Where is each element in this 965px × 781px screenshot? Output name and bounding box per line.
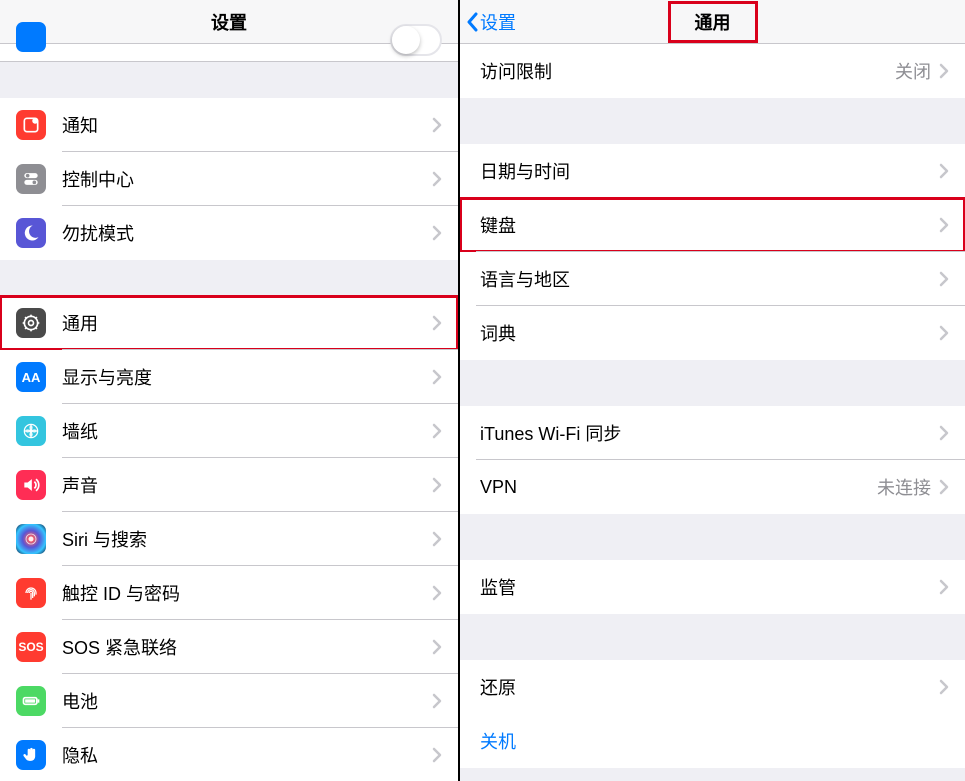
row-label: 勿扰模式 — [62, 220, 432, 246]
general-pane: 设置 通用 访问限制关闭日期与时间键盘语言与地区词典 iTunes Wi-Fi 同… — [460, 0, 965, 781]
row-label: 键盘 — [480, 212, 939, 238]
row-label: 通用 — [62, 310, 432, 336]
section-gap — [0, 260, 458, 296]
row-datetime[interactable]: 日期与时间 — [460, 144, 965, 198]
row-label: 墙纸 — [62, 418, 432, 444]
battery-icon — [16, 686, 46, 716]
moon-icon — [16, 218, 46, 248]
row-label: 声音 — [62, 472, 432, 498]
fingerprint-icon — [16, 578, 46, 608]
row-vpn[interactable]: VPN未连接 — [460, 460, 965, 514]
chevron-right-icon — [939, 217, 949, 233]
row-label: 还原 — [480, 674, 939, 700]
control-center-icon — [16, 164, 46, 194]
row-restrictions[interactable]: 访问限制关闭 — [460, 44, 965, 98]
chevron-right-icon — [939, 425, 949, 441]
chevron-right-icon — [432, 639, 442, 655]
row-privacy[interactable]: 隐私 — [0, 728, 458, 781]
section-gap — [460, 614, 965, 660]
row-label: SOS 紧急联络 — [62, 634, 432, 660]
row-label: 日期与时间 — [480, 158, 939, 184]
row-label: VPN — [480, 477, 877, 498]
row-sounds[interactable]: 声音 — [0, 458, 458, 512]
chevron-right-icon — [432, 423, 442, 439]
row-label: 监管 — [480, 574, 939, 600]
chevron-right-icon — [432, 225, 442, 241]
row-profiles[interactable]: 监管 — [460, 560, 965, 614]
row-siri[interactable]: Siri 与搜索 — [0, 512, 458, 566]
back-label: 设置 — [480, 9, 516, 35]
chevron-right-icon — [432, 171, 442, 187]
row-display[interactable]: AA 显示与亮度 — [0, 350, 458, 404]
row-wallpaper[interactable]: 墙纸 — [0, 404, 458, 458]
row-label: 隐私 — [62, 742, 432, 768]
chevron-right-icon — [939, 271, 949, 287]
row-label: 关机 — [480, 728, 949, 754]
section-gap — [460, 98, 965, 144]
row-shutdown[interactable]: 关机 — [460, 714, 965, 768]
sos-icon: SOS — [16, 632, 46, 662]
row-dnd[interactable]: 勿扰模式 — [0, 206, 458, 260]
row-label: iTunes Wi-Fi 同步 — [480, 420, 939, 446]
display-icon: AA — [16, 362, 46, 392]
partial-icon — [16, 22, 46, 52]
chevron-right-icon — [939, 679, 949, 695]
chevron-right-icon — [432, 369, 442, 385]
row-sos[interactable]: SOS SOS 紧急联络 — [0, 620, 458, 674]
chevron-right-icon — [432, 585, 442, 601]
chevron-right-icon — [939, 479, 949, 495]
chevron-right-icon — [432, 477, 442, 493]
settings-pane: 设置 通知控制中心勿扰模式通用 AA 显示与亮度墙纸声音 Siri 与搜索触控 ID … — [0, 0, 460, 781]
section-gap — [460, 514, 965, 560]
chevron-left-icon — [466, 12, 478, 32]
chevron-right-icon — [432, 747, 442, 763]
toggle-off[interactable] — [390, 24, 442, 56]
row-value: 关闭 — [895, 58, 931, 84]
chevron-right-icon — [432, 315, 442, 331]
partial-row-top — [0, 44, 458, 62]
wallpaper-icon — [16, 416, 46, 446]
chevron-right-icon — [939, 63, 949, 79]
notifications-icon — [16, 110, 46, 140]
chevron-right-icon — [939, 325, 949, 341]
chevron-right-icon — [939, 579, 949, 595]
row-label: 触控 ID 与密码 — [62, 580, 432, 606]
general-header: 设置 通用 — [460, 0, 965, 44]
row-label: 访问限制 — [480, 58, 895, 84]
chevron-right-icon — [939, 163, 949, 179]
row-reset[interactable]: 还原 — [460, 660, 965, 714]
row-notifications[interactable]: 通知 — [0, 98, 458, 152]
gear-icon — [16, 308, 46, 338]
row-label: 词典 — [480, 320, 939, 346]
row-label: Siri 与搜索 — [62, 526, 432, 552]
row-value: 未连接 — [877, 474, 931, 500]
siri-icon — [16, 524, 46, 554]
row-label: 通知 — [62, 112, 432, 138]
chevron-right-icon — [432, 693, 442, 709]
row-dictionary[interactable]: 词典 — [460, 306, 965, 360]
row-itunes-wifi[interactable]: iTunes Wi-Fi 同步 — [460, 406, 965, 460]
row-label: 电池 — [62, 688, 432, 714]
back-button[interactable]: 设置 — [466, 9, 516, 35]
section-gap — [0, 62, 458, 98]
hand-icon — [16, 740, 46, 770]
row-label: 语言与地区 — [480, 266, 939, 292]
general-title: 通用 — [669, 2, 757, 42]
settings-title: 设置 — [211, 9, 247, 35]
section-gap — [460, 360, 965, 406]
row-label: 控制中心 — [62, 166, 432, 192]
row-language[interactable]: 语言与地区 — [460, 252, 965, 306]
chevron-right-icon — [432, 531, 442, 547]
row-touchid[interactable]: 触控 ID 与密码 — [0, 566, 458, 620]
row-control-center[interactable]: 控制中心 — [0, 152, 458, 206]
row-battery[interactable]: 电池 — [0, 674, 458, 728]
row-label: 显示与亮度 — [62, 364, 432, 390]
sound-icon — [16, 470, 46, 500]
toggle-knob — [392, 26, 420, 54]
row-keyboard[interactable]: 键盘 — [460, 198, 965, 252]
chevron-right-icon — [432, 117, 442, 133]
row-general[interactable]: 通用 — [0, 296, 458, 350]
